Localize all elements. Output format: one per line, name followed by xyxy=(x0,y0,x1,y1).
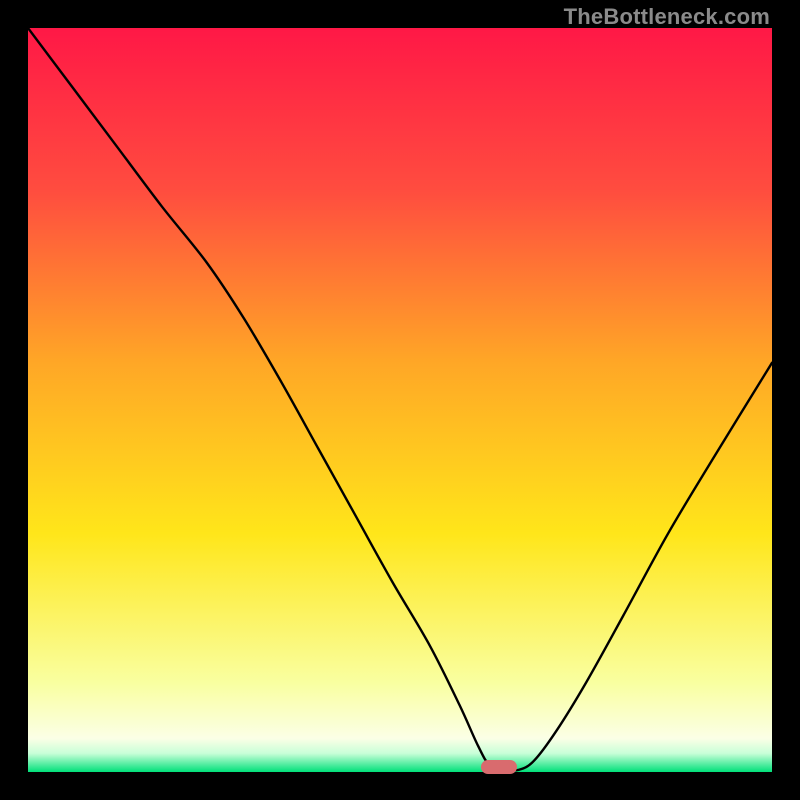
chart-frame xyxy=(28,28,772,772)
bottleneck-chart xyxy=(28,28,772,772)
watermark-text: TheBottleneck.com xyxy=(564,4,770,30)
gradient-background xyxy=(28,28,772,772)
optimal-marker xyxy=(481,760,517,774)
